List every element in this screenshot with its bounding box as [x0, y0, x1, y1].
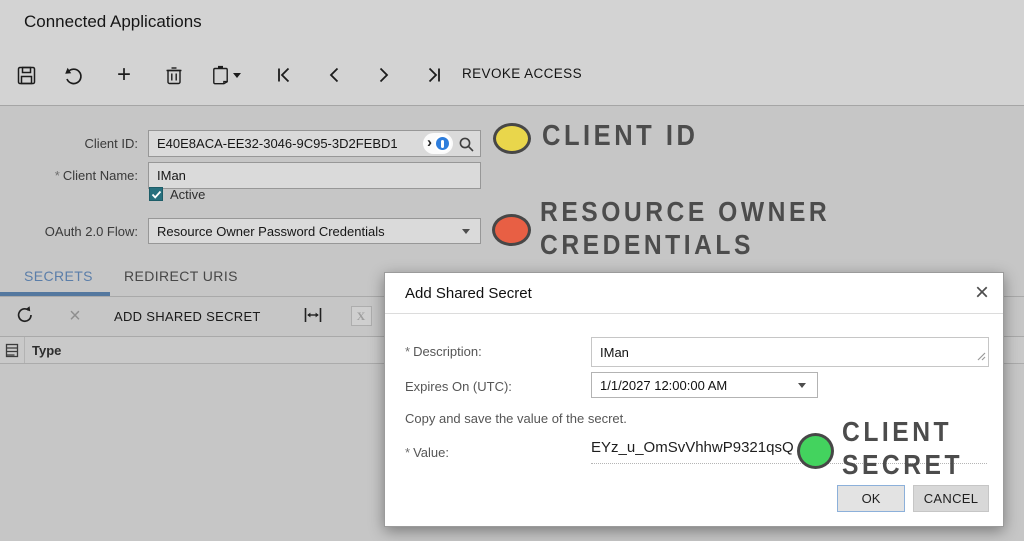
previous-record-icon [325, 66, 343, 84]
cancel-button[interactable]: CANCEL [913, 485, 989, 512]
description-value: IMan [600, 345, 629, 360]
x-icon: × [69, 305, 81, 328]
copy-secret-hint: Copy and save the value of the secret. [405, 411, 627, 426]
dialog-close-button[interactable]: × [975, 279, 989, 308]
client-id-field[interactable]: E40E8ACA-EE32-3046-9C95-3D2FEBD1 › [148, 130, 481, 157]
export-excel-button[interactable]: X [348, 303, 374, 329]
value-label: *Value: [405, 445, 449, 460]
client-name-field[interactable]: IMan [148, 162, 481, 189]
fit-width-button[interactable] [300, 303, 326, 329]
lookup-magnifier-icon[interactable] [458, 136, 475, 156]
undo-icon [63, 64, 85, 86]
check-icon [151, 189, 162, 200]
last-record-button[interactable] [418, 59, 450, 91]
client-secret-annotation-text: CLIENT SECRET [842, 415, 963, 481]
last-record-icon [425, 66, 443, 84]
dialog-title-divider [385, 313, 1003, 314]
oauth-flow-select[interactable]: Resource Owner Password Credentials [148, 218, 481, 244]
resource-owner-annotation-circle [492, 214, 531, 246]
autofill-pill: › [423, 133, 453, 154]
save-button[interactable] [10, 59, 42, 91]
refresh-button[interactable] [12, 303, 38, 329]
expires-on-value: 1/1/2027 12:00:00 AM [600, 378, 727, 393]
grid-delete-row-button[interactable]: × [62, 303, 88, 329]
chevron-right-icon: › [427, 134, 432, 151]
client-id-annotation-circle [493, 123, 531, 154]
onepassword-icon[interactable] [434, 135, 451, 152]
add-shared-secret-dialog: Add Shared Secret × *Description: IMan E… [384, 272, 1004, 527]
client-secret-annotation-circle [797, 433, 834, 469]
dialog-title: Add Shared Secret [405, 285, 532, 302]
excel-export-icon: X [351, 306, 372, 326]
expires-on-label: Expires On (UTC): [405, 379, 512, 394]
ok-button[interactable]: OK [837, 485, 905, 512]
tab-secrets[interactable]: SECRETS [24, 268, 93, 284]
client-name-label: *Client Name: [0, 168, 138, 183]
first-record-button[interactable] [268, 59, 300, 91]
dropdown-caret-icon [798, 383, 806, 388]
expires-on-select[interactable]: 1/1/2027 12:00:00 AM [591, 372, 818, 398]
oauth-flow-value: Resource Owner Password Credentials [157, 224, 385, 239]
next-record-button[interactable] [368, 59, 400, 91]
fit-width-icon [303, 307, 323, 326]
description-textarea[interactable]: IMan [591, 337, 989, 367]
active-tab-underline [0, 292, 110, 296]
next-record-icon [375, 66, 393, 84]
resource-owner-annotation-text: RESOURCE OWNER CREDENTIALS [540, 195, 830, 261]
save-icon [16, 65, 37, 86]
secret-value-text: EYz_u_OmSvVhhwP9321qsQ [591, 439, 794, 456]
clipboard-icon [212, 65, 229, 85]
page-title: Connected Applications [24, 12, 202, 32]
client-id-annotation-text: CLIENT ID [542, 120, 698, 153]
add-button[interactable]: + [108, 59, 140, 91]
row-selector-cell[interactable] [0, 337, 25, 363]
delete-button[interactable] [158, 59, 190, 91]
resize-grip-icon[interactable] [977, 349, 986, 364]
description-label: *Description: [405, 344, 482, 359]
trash-icon [165, 65, 183, 85]
connected-applications-screen: Connected Applications + [0, 0, 1024, 541]
first-record-icon [275, 66, 293, 84]
column-header-type[interactable]: Type [32, 343, 61, 358]
grid-row-icon [5, 343, 19, 358]
revoke-access-button[interactable]: REVOKE ACCESS [462, 66, 582, 81]
plus-icon: + [117, 63, 131, 87]
client-id-label: Client ID: [0, 136, 138, 151]
refresh-icon [15, 305, 35, 328]
dropdown-caret-icon [462, 229, 470, 234]
previous-record-button[interactable] [318, 59, 350, 91]
clipboard-button[interactable] [204, 59, 248, 91]
add-shared-secret-button[interactable]: ADD SHARED SECRET [114, 309, 261, 324]
active-checkbox[interactable] [149, 187, 163, 201]
undo-button[interactable] [58, 59, 90, 91]
client-id-value: E40E8ACA-EE32-3046-9C95-3D2FEBD1 [157, 136, 398, 151]
active-checkbox-label: Active [170, 187, 205, 202]
tab-redirect-uris[interactable]: REDIRECT URIS [124, 268, 238, 284]
oauth-flow-label: OAuth 2.0 Flow: [0, 224, 138, 239]
client-name-value: IMan [157, 168, 186, 183]
clipboard-menu-caret-icon [233, 73, 241, 78]
